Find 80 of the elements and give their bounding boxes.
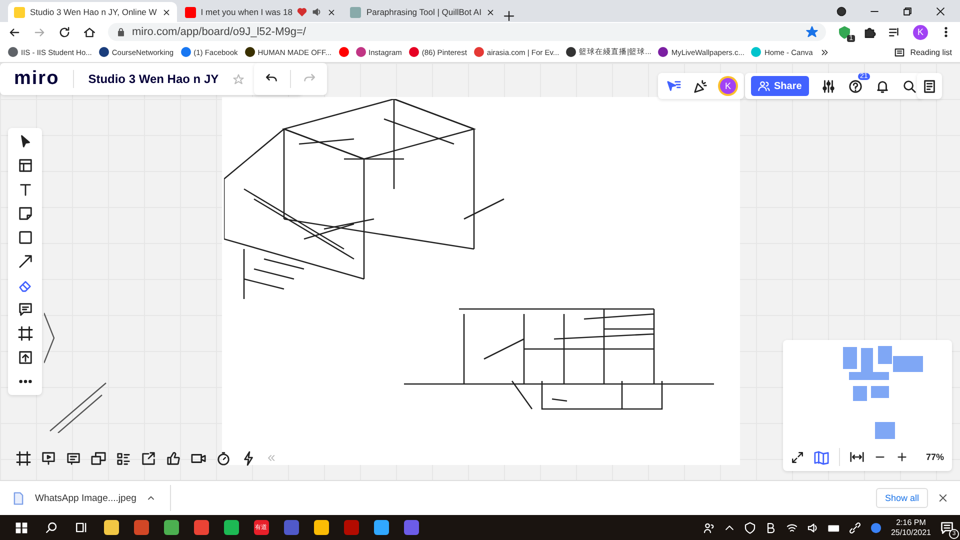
browser-tab[interactable]: Paraphrasing Tool | QuillBot AI: [344, 2, 502, 22]
start-icon[interactable]: [14, 521, 28, 534]
zoom-in-icon[interactable]: [896, 451, 908, 463]
address-bar[interactable]: miro.com/app/board/o9J_l52-M9g=/: [108, 23, 826, 41]
text-icon[interactable]: [18, 182, 32, 197]
search-icon[interactable]: [902, 78, 917, 94]
search-icon[interactable]: [44, 521, 58, 534]
party-popper-icon[interactable]: [693, 78, 708, 94]
profile-avatar[interactable]: K: [913, 24, 928, 40]
file-icon: [12, 492, 25, 504]
home-icon[interactable]: [83, 26, 96, 38]
shape-icon[interactable]: [18, 230, 32, 245]
sliders-icon[interactable]: [820, 78, 836, 94]
cursor-icon[interactable]: [666, 78, 681, 94]
wifi-icon[interactable]: [786, 522, 798, 534]
bookmark-icon[interactable]: [338, 47, 349, 57]
fit-width-icon[interactable]: [850, 450, 864, 464]
url-text: miro.com/app/board/o9J_l52-M9g=/: [132, 26, 306, 38]
close-icon[interactable]: [935, 6, 946, 16]
card-icon[interactable]: [66, 450, 81, 466]
frame-icon[interactable]: [18, 326, 32, 341]
notifications-icon[interactable]: [940, 520, 954, 534]
bell-icon[interactable]: [874, 78, 890, 94]
eraser-icon[interactable]: [18, 278, 32, 293]
star-icon[interactable]: [232, 74, 244, 84]
miro-logo[interactable]: miro: [14, 68, 60, 90]
restore-icon[interactable]: [902, 6, 913, 16]
windows-icon[interactable]: [91, 450, 106, 466]
taskbar-app-icon[interactable]: [314, 520, 328, 535]
heart-icon: [297, 7, 308, 17]
back-icon[interactable]: [8, 26, 21, 38]
reading-list-icon: [894, 46, 906, 58]
templates-icon[interactable]: [18, 158, 32, 173]
taskbar-clock[interactable]: 2:16 PM 25/10/2021: [890, 518, 931, 538]
taskbar-app-icon[interactable]: [224, 520, 238, 535]
new-tab-icon[interactable]: [503, 10, 516, 22]
more-bookmarks-icon[interactable]: [820, 48, 829, 56]
shield-icon[interactable]: [838, 26, 851, 38]
map-icon[interactable]: [814, 450, 829, 464]
close-icon[interactable]: [486, 8, 496, 16]
share-button[interactable]: Share: [751, 76, 809, 96]
star-icon[interactable]: [806, 26, 818, 38]
frame-icon[interactable]: [16, 450, 31, 466]
show-all-button[interactable]: Show all: [876, 488, 928, 508]
taskbar-app-icon[interactable]: [194, 520, 208, 535]
thumbs-up-icon[interactable]: [166, 450, 181, 466]
fullscreen-icon[interactable]: [791, 450, 804, 464]
notes-icon[interactable]: [922, 78, 937, 94]
comment-icon[interactable]: [18, 302, 32, 317]
help-icon[interactable]: [848, 78, 863, 94]
taskbar-app-icon[interactable]: [104, 520, 118, 535]
people-icon[interactable]: [702, 522, 715, 534]
lock-icon: [116, 27, 126, 37]
board-title[interactable]: Studio 3 Wen Hao n JY: [88, 72, 219, 86]
taskbar-app-icon[interactable]: [374, 520, 388, 535]
browser-tab[interactable]: Studio 3 Wen Hao n JY, Online W: [8, 2, 177, 22]
task-view-icon[interactable]: [74, 521, 88, 534]
speaker-icon[interactable]: [806, 522, 819, 534]
share-screen-icon[interactable]: [141, 450, 156, 466]
taskbar-app-icon[interactable]: [164, 520, 178, 535]
arrow-icon[interactable]: [18, 254, 32, 269]
close-icon[interactable]: [327, 8, 336, 16]
list-icon[interactable]: [116, 450, 131, 466]
zoom-level[interactable]: 77%: [926, 452, 944, 462]
lightning-icon[interactable]: [241, 450, 256, 466]
upload-icon[interactable]: [18, 350, 32, 365]
people-icon: [758, 80, 770, 92]
playlist-icon[interactable]: [888, 26, 901, 38]
link-icon[interactable]: [848, 522, 861, 534]
presentation-icon[interactable]: [41, 450, 56, 466]
browser-tab[interactable]: I met you when I was 18: [178, 2, 342, 22]
close-icon[interactable]: [162, 8, 171, 16]
close-icon[interactable]: [938, 493, 948, 503]
timer-icon[interactable]: [216, 450, 231, 466]
sticky-note-icon[interactable]: [18, 206, 32, 221]
b-logo-icon[interactable]: [764, 522, 777, 534]
reload-icon[interactable]: [58, 26, 71, 38]
download-item[interactable]: WhatsApp Image....jpeg: [12, 485, 172, 511]
user-avatar[interactable]: K: [720, 78, 736, 94]
reading-list[interactable]: Reading list: [894, 46, 952, 58]
